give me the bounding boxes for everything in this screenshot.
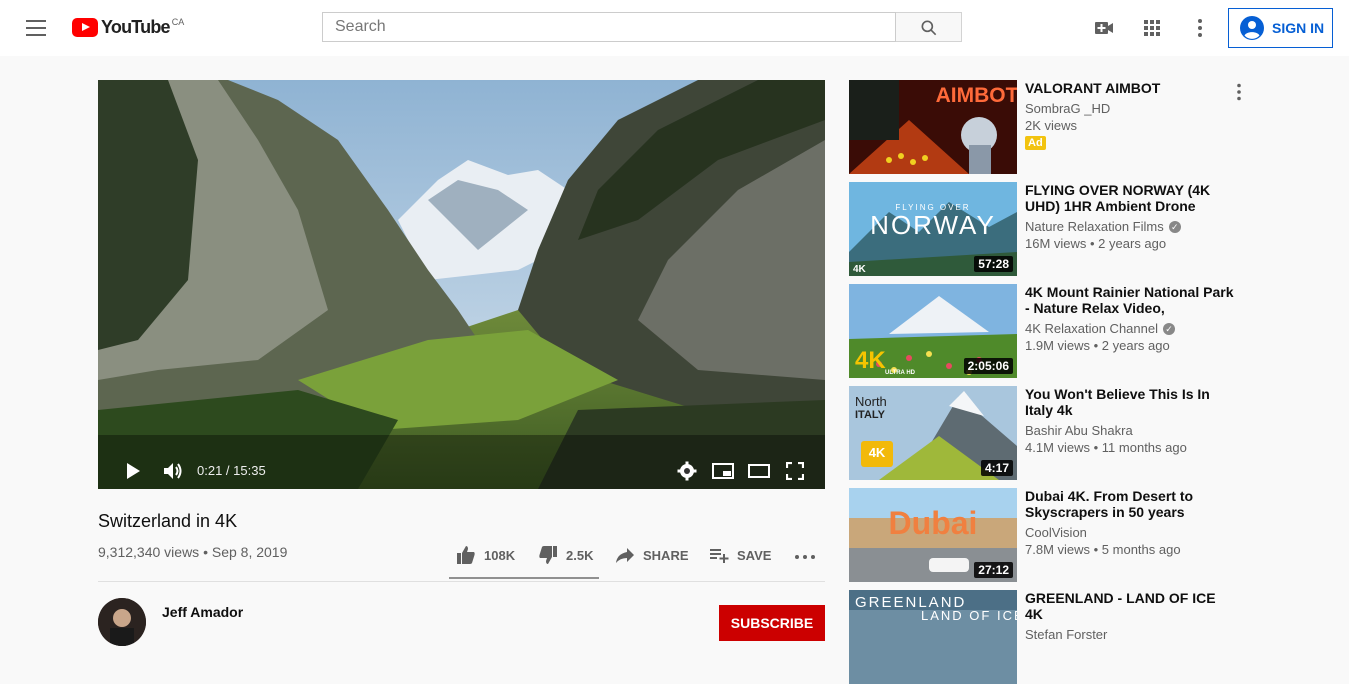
rec-channel-row: 4K Relaxation Channel ✓ (1025, 321, 1235, 336)
dubai-text: Dubai (889, 505, 978, 541)
k4-text: 4K (869, 445, 886, 460)
youtube-play-icon (72, 18, 98, 37)
apps-grid-icon[interactable] (1140, 16, 1164, 40)
rec-title[interactable]: You Won't Believe This Is In Italy 4k (1025, 386, 1235, 418)
search-box (322, 12, 896, 42)
playlist-add-icon (710, 549, 729, 563)
save-button[interactable]: SAVE (709, 545, 771, 565)
dislike-count: 2.5K (566, 547, 594, 563)
recommendation-item[interactable]: AIMBOT VALORANT AIMBOT SombraG _HD 2K vi… (849, 80, 1329, 174)
divider (98, 581, 825, 582)
settings-gear-icon[interactable] (677, 461, 697, 481)
channel-name[interactable]: Jeff Amador (162, 604, 243, 620)
rec-channel[interactable]: Stefan Forster (1025, 627, 1235, 642)
search-input[interactable] (323, 13, 887, 41)
rec-views: 2K views (1025, 118, 1078, 133)
fullscreen-icon[interactable] (786, 462, 804, 480)
country-code: CA (171, 17, 185, 27)
like-count: 108K (484, 547, 516, 563)
rec-title[interactable]: FLYING OVER NORWAY (4K UHD) 1HR Ambient … (1025, 182, 1235, 214)
more-options-icon[interactable] (1188, 16, 1212, 40)
thumbnail[interactable]: 4K ULTRA HD 2:05:06 (849, 284, 1017, 378)
thumbnail[interactable]: North ITALY 4K 4:17 (849, 386, 1017, 480)
rec-channel[interactable]: Bashir Abu Shakra (1025, 423, 1235, 438)
duration: 4:17 (980, 460, 1013, 476)
masthead: YouTube CA SIGN IN (0, 0, 1349, 56)
rec-title[interactable]: GREENLAND - LAND OF ICE 4K (1025, 590, 1235, 622)
sentiment-bar (449, 577, 599, 579)
channel-avatar[interactable] (98, 598, 146, 646)
menu-icon[interactable] (26, 20, 46, 36)
verified-icon: ✓ (1162, 322, 1175, 335)
ad-badge: Ad (1025, 136, 1046, 150)
create-video-icon[interactable] (1092, 16, 1116, 40)
italy-text: ITALY (855, 409, 886, 421)
thumbnail[interactable]: AIMBOT (849, 80, 1017, 174)
rec-title[interactable]: Dubai 4K. From Desert to Skyscrapers in … (1025, 488, 1235, 520)
share-icon (616, 548, 634, 563)
volume-icon[interactable] (162, 461, 184, 481)
north-text: North (855, 394, 887, 409)
landofice-text: LAND OF ICE (921, 608, 1017, 623)
thumbnail-image: AIMBOT (849, 80, 1017, 174)
video-title: Switzerland in 4K (98, 511, 238, 531)
video-frame (98, 80, 825, 489)
recommendation-item[interactable]: FLYING OVER NORWAY 4K 57:28 FLYING OVER … (849, 182, 1329, 276)
rec-views: 4.1M views • 11 months ago (1025, 440, 1187, 455)
duration: 57:28 (974, 256, 1013, 272)
save-label: SAVE (737, 547, 772, 563)
avatar-image (98, 598, 146, 646)
aimbot-text: AIMBOT (936, 84, 1017, 107)
time-display: 0:21 / 15:35 (197, 463, 266, 478)
share-label: SHARE (643, 547, 689, 563)
thumbnail-image: GREENLAND LAND OF ICE (849, 590, 1017, 684)
duration: 27:12 (974, 562, 1013, 578)
video-player[interactable]: 0:21 / 15:35 (98, 80, 825, 489)
thumbnail[interactable]: Dubai 27:12 (849, 488, 1017, 582)
rec-channel[interactable]: CoolVision (1025, 525, 1235, 540)
thumbnail[interactable]: GREENLAND LAND OF ICE (849, 590, 1017, 684)
verified-icon: ✓ (1168, 220, 1181, 233)
recommendation-item[interactable]: GREENLAND LAND OF ICE GREENLAND - LAND O… (849, 590, 1329, 684)
norway-text: NORWAY (870, 210, 996, 240)
rec-menu-icon[interactable] (1236, 83, 1242, 101)
thumbnail[interactable]: FLYING OVER NORWAY 4K 57:28 (849, 182, 1017, 276)
search-icon (921, 20, 937, 36)
thumbs-up-icon (457, 546, 475, 564)
ultrahd-text: ULTRA HD (885, 370, 916, 376)
recommendation-item[interactable]: 4K ULTRA HD 2:05:06 4K Mount Rainier Nat… (849, 284, 1329, 378)
rec-channel[interactable]: 4K Relaxation Channel (1025, 321, 1158, 336)
like-button[interactable]: 108K (456, 545, 515, 565)
search-button[interactable] (896, 12, 962, 42)
rec-channel[interactable]: Nature Relaxation Films (1025, 219, 1164, 234)
k4-text: 4K (855, 347, 886, 374)
play-icon[interactable] (124, 462, 142, 480)
rec-channel[interactable]: SombraG _HD (1025, 101, 1235, 116)
rec-views: 7.8M views • 5 months ago (1025, 542, 1181, 557)
rec-title[interactable]: VALORANT AIMBOT (1025, 80, 1235, 96)
account-icon (1240, 16, 1264, 40)
share-button[interactable]: SHARE (615, 545, 689, 565)
rec-views: 1.9M views • 2 years ago (1025, 338, 1170, 353)
duration: 2:05:06 (963, 358, 1013, 374)
more-actions-icon[interactable] (793, 552, 817, 562)
subscribe-button[interactable]: SUBSCRIBE (719, 605, 825, 641)
recommendation-item[interactable]: Dubai 27:12 Dubai 4K. From Desert to Sky… (849, 488, 1329, 582)
rec-channel-row: Nature Relaxation Films ✓ (1025, 219, 1235, 234)
recommendation-item[interactable]: North ITALY 4K 4:17 You Won't Believe Th… (849, 386, 1329, 480)
miniplayer-icon[interactable] (712, 463, 734, 479)
logo-text: YouTube (101, 17, 171, 37)
youtube-logo[interactable]: YouTube CA (72, 17, 184, 39)
view-count-date: 9,312,340 views • Sep 8, 2019 (98, 544, 288, 560)
dislike-button[interactable]: 2.5K (538, 545, 593, 565)
sign-in-button[interactable]: SIGN IN (1228, 8, 1333, 48)
theater-mode-icon[interactable] (748, 464, 770, 478)
rec-title[interactable]: 4K Mount Rainier National Park - Nature … (1025, 284, 1235, 316)
thumbs-down-icon (539, 546, 557, 564)
sign-in-label: SIGN IN (1272, 20, 1325, 36)
k4-text: 4K (853, 264, 867, 275)
rec-views: 16M views • 2 years ago (1025, 236, 1167, 251)
